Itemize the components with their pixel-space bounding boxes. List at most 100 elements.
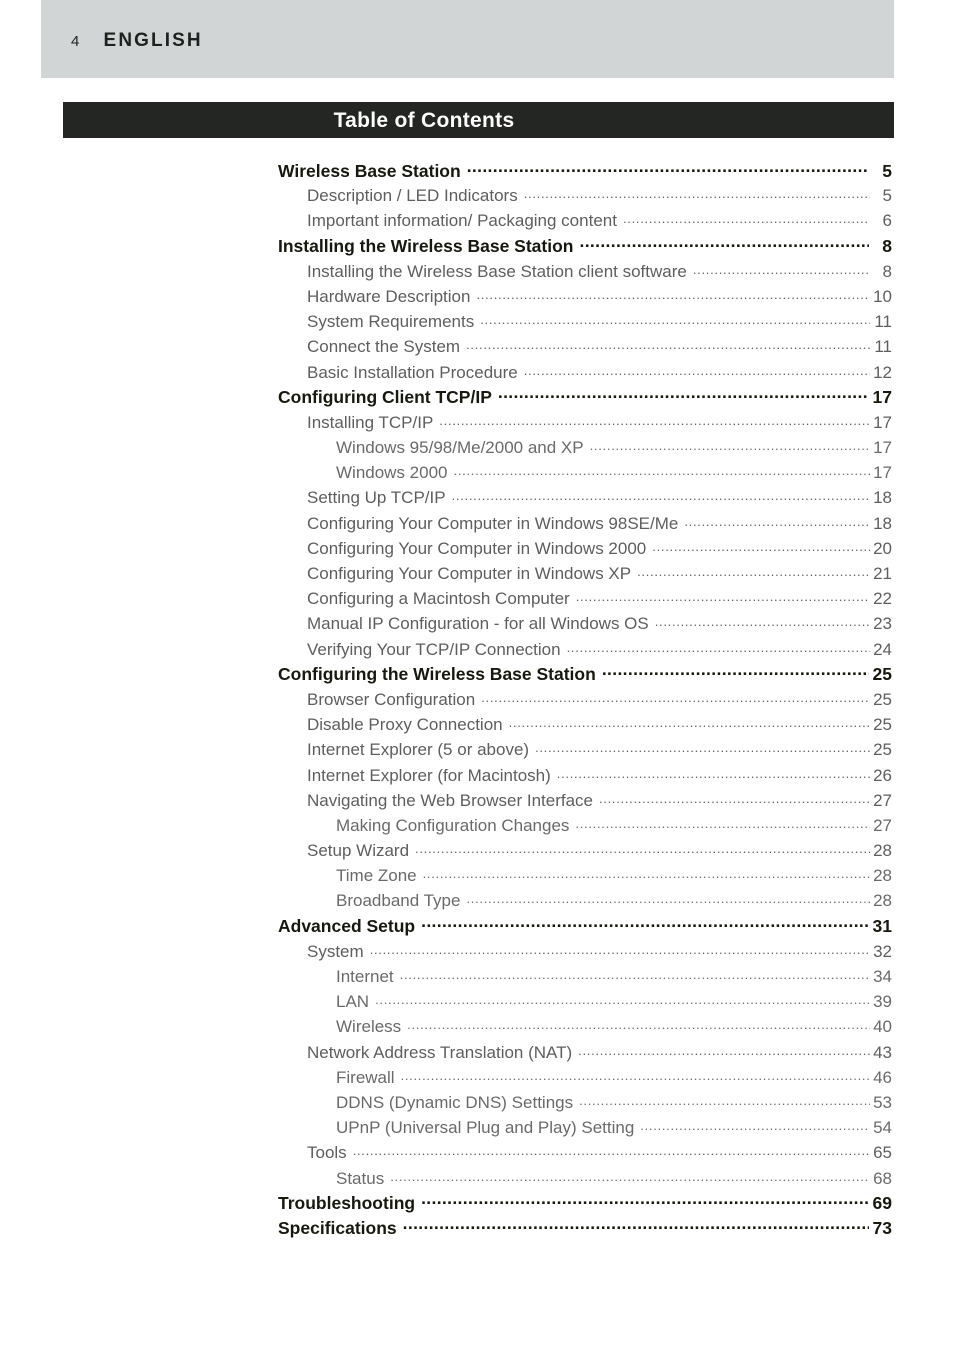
toc-entry-label: Specifications	[278, 1218, 397, 1239]
toc-entry-label: Manual IP Configuration - for all Window…	[307, 614, 649, 634]
toc-entry[interactable]: Advanced Setup 31	[278, 915, 892, 940]
toc-entry[interactable]: Description / LED Indicators 5	[307, 184, 892, 209]
toc-leader-dots	[481, 688, 870, 705]
toc-entry-label: Time Zone	[336, 866, 417, 886]
toc-entry[interactable]: Hardware Description 10	[307, 285, 892, 310]
toc-entry[interactable]: Configuring Your Computer in Windows XP 2…	[307, 562, 892, 587]
toc-leader-dots	[476, 285, 870, 302]
toc-leader-dots	[401, 1066, 870, 1083]
toc-entry[interactable]: Manual IP Configuration - for all Window…	[307, 612, 892, 637]
toc-leader-dots	[467, 159, 869, 177]
toc-entry[interactable]: Firewall 46	[336, 1066, 892, 1091]
table-of-contents-title-bar: Table of Contents	[63, 102, 894, 138]
toc-entry[interactable]: Windows 2000 17	[336, 461, 892, 486]
toc-entry[interactable]: Specifications 73	[278, 1217, 892, 1242]
page-number: 4	[71, 33, 80, 50]
toc-entry-label: Internet Explorer (for Macintosh)	[307, 765, 551, 785]
toc-leader-dots	[407, 1015, 870, 1032]
toc-entry-page-number: 24	[873, 639, 892, 659]
toc-entry-page-number: 22	[873, 589, 892, 609]
toc-entry[interactable]: Setup Wizard 28	[307, 839, 892, 864]
toc-entry[interactable]: LAN 39	[336, 990, 892, 1015]
toc-entry[interactable]: System 32	[307, 940, 892, 965]
toc-leader-dots	[466, 889, 870, 906]
toc-entry[interactable]: System Requirements 11	[307, 310, 892, 335]
toc-entry[interactable]: Basic Installation Procedure 12	[307, 361, 892, 386]
toc-leader-dots	[480, 310, 870, 327]
toc-entry[interactable]: Configuring Your Computer in Windows 98S…	[307, 512, 892, 537]
toc-leader-dots	[579, 235, 869, 253]
toc-leader-dots	[415, 839, 870, 856]
running-header-band: 4 ENGLISH	[41, 0, 894, 78]
toc-entry-label: Navigating the Web Browser Interface	[307, 790, 593, 810]
toc-entry[interactable]: Installing TCP/IP 17	[307, 411, 892, 436]
toc-leader-dots	[375, 990, 870, 1007]
toc-entry[interactable]: Internet 34	[336, 965, 892, 990]
toc-leader-dots	[567, 638, 870, 655]
toc-leader-dots	[652, 537, 870, 554]
toc-entry[interactable]: Internet Explorer (for Macintosh) 26	[307, 764, 892, 789]
toc-entry[interactable]: Troubleshooting 69	[278, 1192, 892, 1217]
toc-entry-label: Network Address Translation (NAT)	[307, 1042, 573, 1062]
toc-entry[interactable]: Navigating the Web Browser Interface 27	[307, 789, 892, 814]
toc-entry[interactable]: Important information/ Packaging content…	[307, 209, 892, 234]
toc-entry-page-number: 39	[873, 992, 892, 1012]
toc-leader-dots	[693, 260, 870, 277]
toc-leader-dots	[452, 486, 870, 503]
toc-entry-page-number: 27	[873, 815, 892, 835]
toc-entry-page-number: 20	[873, 538, 892, 558]
toc-entry[interactable]: Windows 95/98/Me/2000 and XP 17	[336, 436, 892, 461]
toc-leader-dots	[524, 184, 870, 201]
toc-leader-dots	[602, 663, 869, 681]
toc-leader-dots	[578, 1041, 870, 1058]
toc-entry-label: Troubleshooting	[278, 1193, 416, 1214]
toc-entry[interactable]: Setting Up TCP/IP 18	[307, 486, 892, 511]
toc-entry[interactable]: Configuring Client TCP/IP 17	[278, 386, 892, 411]
toc-entry-page-number: 69	[872, 1193, 892, 1214]
toc-leader-dots	[557, 764, 870, 781]
toc-entry-label: Internet	[336, 967, 394, 986]
toc-entry[interactable]: Configuring Your Computer in Windows 200…	[307, 537, 892, 562]
toc-entry[interactable]: Status 68	[336, 1167, 892, 1192]
toc-entry[interactable]: DDNS (Dynamic DNS) Settings 53	[336, 1091, 892, 1116]
toc-entry-label: Windows 95/98/Me/2000 and XP	[336, 438, 584, 458]
toc-entry[interactable]: Time Zone 28	[336, 864, 892, 889]
toc-entry-page-number: 23	[873, 614, 892, 634]
toc-leader-dots	[403, 1217, 869, 1235]
toc-leader-dots	[655, 612, 870, 629]
toc-leader-dots	[370, 940, 870, 957]
toc-entry-label: Broadband Type	[336, 891, 461, 911]
toc-entry-page-number: 46	[873, 1067, 892, 1087]
toc-entry[interactable]: Network Address Translation (NAT) 43	[307, 1041, 892, 1066]
toc-entry-label: Windows 2000	[336, 463, 448, 483]
toc-entry[interactable]: Broadband Type 28	[336, 889, 892, 914]
toc-leader-dots	[684, 512, 870, 529]
toc-entry-page-number: 43	[873, 1042, 892, 1062]
toc-entry[interactable]: Wireless Base Station 5	[278, 159, 892, 184]
toc-leader-dots	[439, 411, 870, 428]
language-label: ENGLISH	[103, 30, 203, 51]
toc-entry-label: Setting Up TCP/IP	[307, 488, 446, 508]
toc-leader-dots	[524, 361, 870, 378]
toc-entry[interactable]: Making Configuration Changes 27	[336, 814, 892, 839]
toc-entry[interactable]: UPnP (Universal Plug and Play) Setting 54	[336, 1116, 892, 1141]
toc-entry[interactable]: Internet Explorer (5 or above) 25	[307, 738, 892, 763]
toc-entry-label: Configuring Your Computer in Windows 200…	[307, 538, 647, 558]
toc-entry-page-number: 28	[873, 866, 892, 886]
toc-entry-page-number: 53	[873, 1092, 892, 1112]
toc-entry-page-number: 32	[873, 941, 892, 961]
toc-entry-page-number: 28	[873, 891, 892, 911]
toc-entry[interactable]: Wireless 40	[336, 1015, 892, 1040]
toc-leader-dots	[466, 335, 870, 352]
toc-entry[interactable]: Installing the Wireless Base Station 8	[278, 235, 892, 260]
toc-entry[interactable]: Configuring the Wireless Base Station 25	[278, 663, 892, 688]
toc-entry[interactable]: Disable Proxy Connection 25	[307, 713, 892, 738]
toc-entry[interactable]: Installing the Wireless Base Station cli…	[307, 260, 892, 285]
toc-entry[interactable]: Configuring a Macintosh Computer 22	[307, 587, 892, 612]
running-header-content: 4 ENGLISH	[71, 30, 203, 52]
toc-entry[interactable]: Browser Configuration 25	[307, 688, 892, 713]
toc-entry[interactable]: Connect the System 11	[307, 335, 892, 360]
toc-entry[interactable]: Tools 65	[307, 1141, 892, 1166]
toc-leader-dots	[637, 562, 870, 579]
toc-entry[interactable]: Verifying Your TCP/IP Connection 24	[307, 638, 892, 663]
